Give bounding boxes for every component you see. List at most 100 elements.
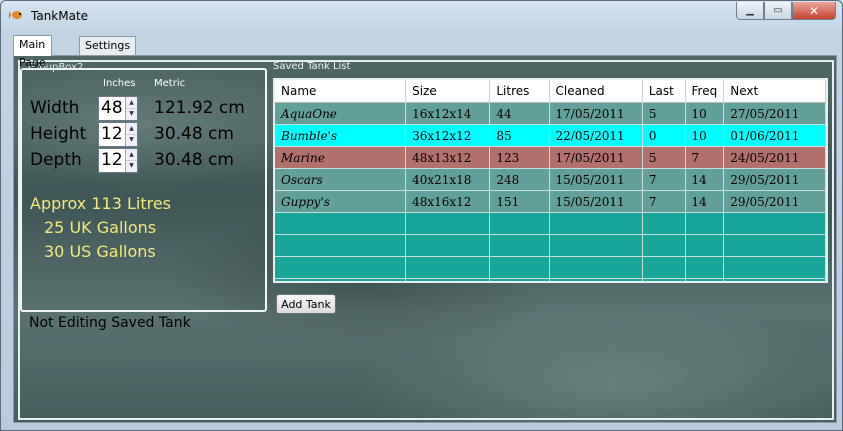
- table-cell[interactable]: 27/05/2011: [723, 102, 826, 125]
- column-header-litres[interactable]: Litres: [489, 80, 550, 103]
- empty-cell[interactable]: [275, 278, 407, 281]
- table-cell[interactable]: 24/05/2011: [723, 146, 826, 169]
- metric-header: Metric: [154, 78, 186, 89]
- column-header-size[interactable]: Size: [405, 80, 491, 103]
- column-header-freq[interactable]: Freq: [685, 80, 725, 103]
- empty-cell[interactable]: [275, 212, 407, 235]
- table-row[interactable]: AquaOne 16x12x14 44 17/05/2011 5 10 27/05/2011: [275, 102, 826, 125]
- column-header-last[interactable]: Last: [642, 80, 686, 103]
- column-header-next[interactable]: Next: [723, 80, 826, 103]
- empty-cell[interactable]: [405, 256, 491, 279]
- approx-litres: Approx 113 Litres: [30, 194, 171, 213]
- table-cell[interactable]: 01/06/2011: [723, 124, 826, 147]
- empty-cell[interactable]: [549, 234, 643, 257]
- empty-cell[interactable]: [685, 212, 725, 235]
- empty-cell[interactable]: [723, 278, 826, 281]
- table-cell[interactable]: 15/05/2011: [549, 168, 643, 191]
- table-cell[interactable]: 85: [489, 124, 550, 147]
- empty-cell[interactable]: [405, 234, 491, 257]
- table-cell[interactable]: 48x13x12: [405, 146, 491, 169]
- empty-cell[interactable]: [549, 278, 643, 281]
- empty-cell[interactable]: [642, 278, 686, 281]
- height-stepper[interactable]: 12 ▲ ▼: [98, 122, 138, 147]
- table-cell[interactable]: 10: [685, 124, 725, 147]
- empty-cell[interactable]: [489, 256, 550, 279]
- table-cell[interactable]: 40x21x18: [405, 168, 491, 191]
- table-cell[interactable]: 22/05/2011: [549, 124, 643, 147]
- empty-cell[interactable]: [723, 256, 826, 279]
- empty-cell[interactable]: [642, 212, 686, 235]
- table-cell[interactable]: AquaOne: [275, 102, 407, 125]
- empty-cell[interactable]: [489, 212, 550, 235]
- empty-cell[interactable]: [489, 234, 550, 257]
- close-button[interactable]: ✕: [792, 2, 836, 20]
- width-metric: 121.92 cm: [154, 98, 245, 118]
- empty-cell[interactable]: [405, 212, 491, 235]
- empty-cell[interactable]: [642, 234, 686, 257]
- tab-main-page[interactable]: Main Page: [13, 35, 52, 69]
- depth-metric: 30.48 cm: [154, 150, 234, 170]
- table-cell[interactable]: 14: [685, 190, 725, 213]
- table-row[interactable]: Guppy's 48x16x12 151 15/05/2011 7 14 29/05/201…: [275, 190, 826, 213]
- table-cell[interactable]: 29/05/2011: [723, 168, 826, 191]
- depth-stepper[interactable]: 12 ▲ ▼: [98, 148, 138, 173]
- empty-cell[interactable]: [685, 256, 725, 279]
- empty-cell[interactable]: [642, 256, 686, 279]
- title-bar[interactable]: TankMate ▁ ▭ ✕: [1, 1, 842, 31]
- tank-grid[interactable]: Name Size Litres Cleaned Last Freq Next AquaOn…: [273, 78, 828, 283]
- table-cell[interactable]: 5: [642, 102, 686, 125]
- table-cell[interactable]: 36x12x12: [405, 124, 491, 147]
- table-cell[interactable]: 16x12x14: [405, 102, 491, 125]
- table-cell[interactable]: 5: [642, 146, 686, 169]
- empty-cell[interactable]: [489, 278, 550, 281]
- tab-settings[interactable]: Settings: [79, 36, 137, 55]
- empty-cell[interactable]: [549, 212, 643, 235]
- empty-cell[interactable]: [685, 278, 725, 281]
- empty-cell[interactable]: [723, 234, 826, 257]
- table-cell[interactable]: 10: [685, 102, 725, 125]
- empty-row[interactable]: [275, 256, 826, 279]
- table-cell[interactable]: Oscars: [275, 168, 407, 191]
- table-cell[interactable]: 29/05/2011: [723, 190, 826, 213]
- height-metric: 30.48 cm: [154, 124, 234, 144]
- table-header: Name Size Litres Cleaned Last Freq Next: [275, 80, 826, 103]
- table-cell[interactable]: Bumble's: [275, 124, 407, 147]
- table-row[interactable]: Bumble's 36x12x12 85 22/05/2011 0 10 01/06/201…: [275, 124, 826, 147]
- empty-row[interactable]: [275, 278, 826, 281]
- empty-row[interactable]: [275, 212, 826, 235]
- table-cell[interactable]: 0: [642, 124, 686, 147]
- width-down-arrow-icon[interactable]: ▼: [126, 108, 137, 119]
- column-header-name[interactable]: Name: [275, 80, 407, 103]
- column-header-cleaned[interactable]: Cleaned: [549, 80, 643, 103]
- table-cell[interactable]: 44: [489, 102, 550, 125]
- empty-cell[interactable]: [685, 234, 725, 257]
- table-cell[interactable]: 7: [685, 146, 725, 169]
- table-cell[interactable]: Guppy's: [275, 190, 407, 213]
- table-cell[interactable]: 17/05/2011: [549, 102, 643, 125]
- table-row[interactable]: Oscars 40x21x18 248 15/05/2011 7 14 29/05/2011: [275, 168, 826, 191]
- empty-cell[interactable]: [723, 212, 826, 235]
- table-cell[interactable]: 7: [642, 168, 686, 191]
- table-cell[interactable]: 14: [685, 168, 725, 191]
- maximize-button[interactable]: ▭: [764, 2, 792, 20]
- add-tank-button[interactable]: Add Tank: [276, 294, 336, 314]
- table-row[interactable]: Marine 48x13x12 123 17/05/2011 5 7 24/05/2011: [275, 146, 826, 169]
- table-cell[interactable]: 17/05/2011: [549, 146, 643, 169]
- empty-cell[interactable]: [275, 256, 407, 279]
- table-cell[interactable]: 248: [489, 168, 550, 191]
- table-cell[interactable]: 48x16x12: [405, 190, 491, 213]
- height-down-arrow-icon[interactable]: ▼: [126, 134, 137, 145]
- empty-cell[interactable]: [275, 234, 407, 257]
- width-stepper[interactable]: 48 ▲ ▼: [98, 96, 138, 121]
- minimize-button[interactable]: ▁: [736, 2, 764, 20]
- table-cell[interactable]: 151: [489, 190, 550, 213]
- table-cell[interactable]: 7: [642, 190, 686, 213]
- depth-down-arrow-icon[interactable]: ▼: [126, 160, 137, 171]
- table-cell[interactable]: Marine: [275, 146, 407, 169]
- empty-row[interactable]: [275, 234, 826, 257]
- empty-cell[interactable]: [549, 256, 643, 279]
- uk-gallons: 25 UK Gallons: [44, 218, 157, 237]
- empty-cell[interactable]: [405, 278, 491, 281]
- table-cell[interactable]: 15/05/2011: [549, 190, 643, 213]
- table-cell[interactable]: 123: [489, 146, 550, 169]
